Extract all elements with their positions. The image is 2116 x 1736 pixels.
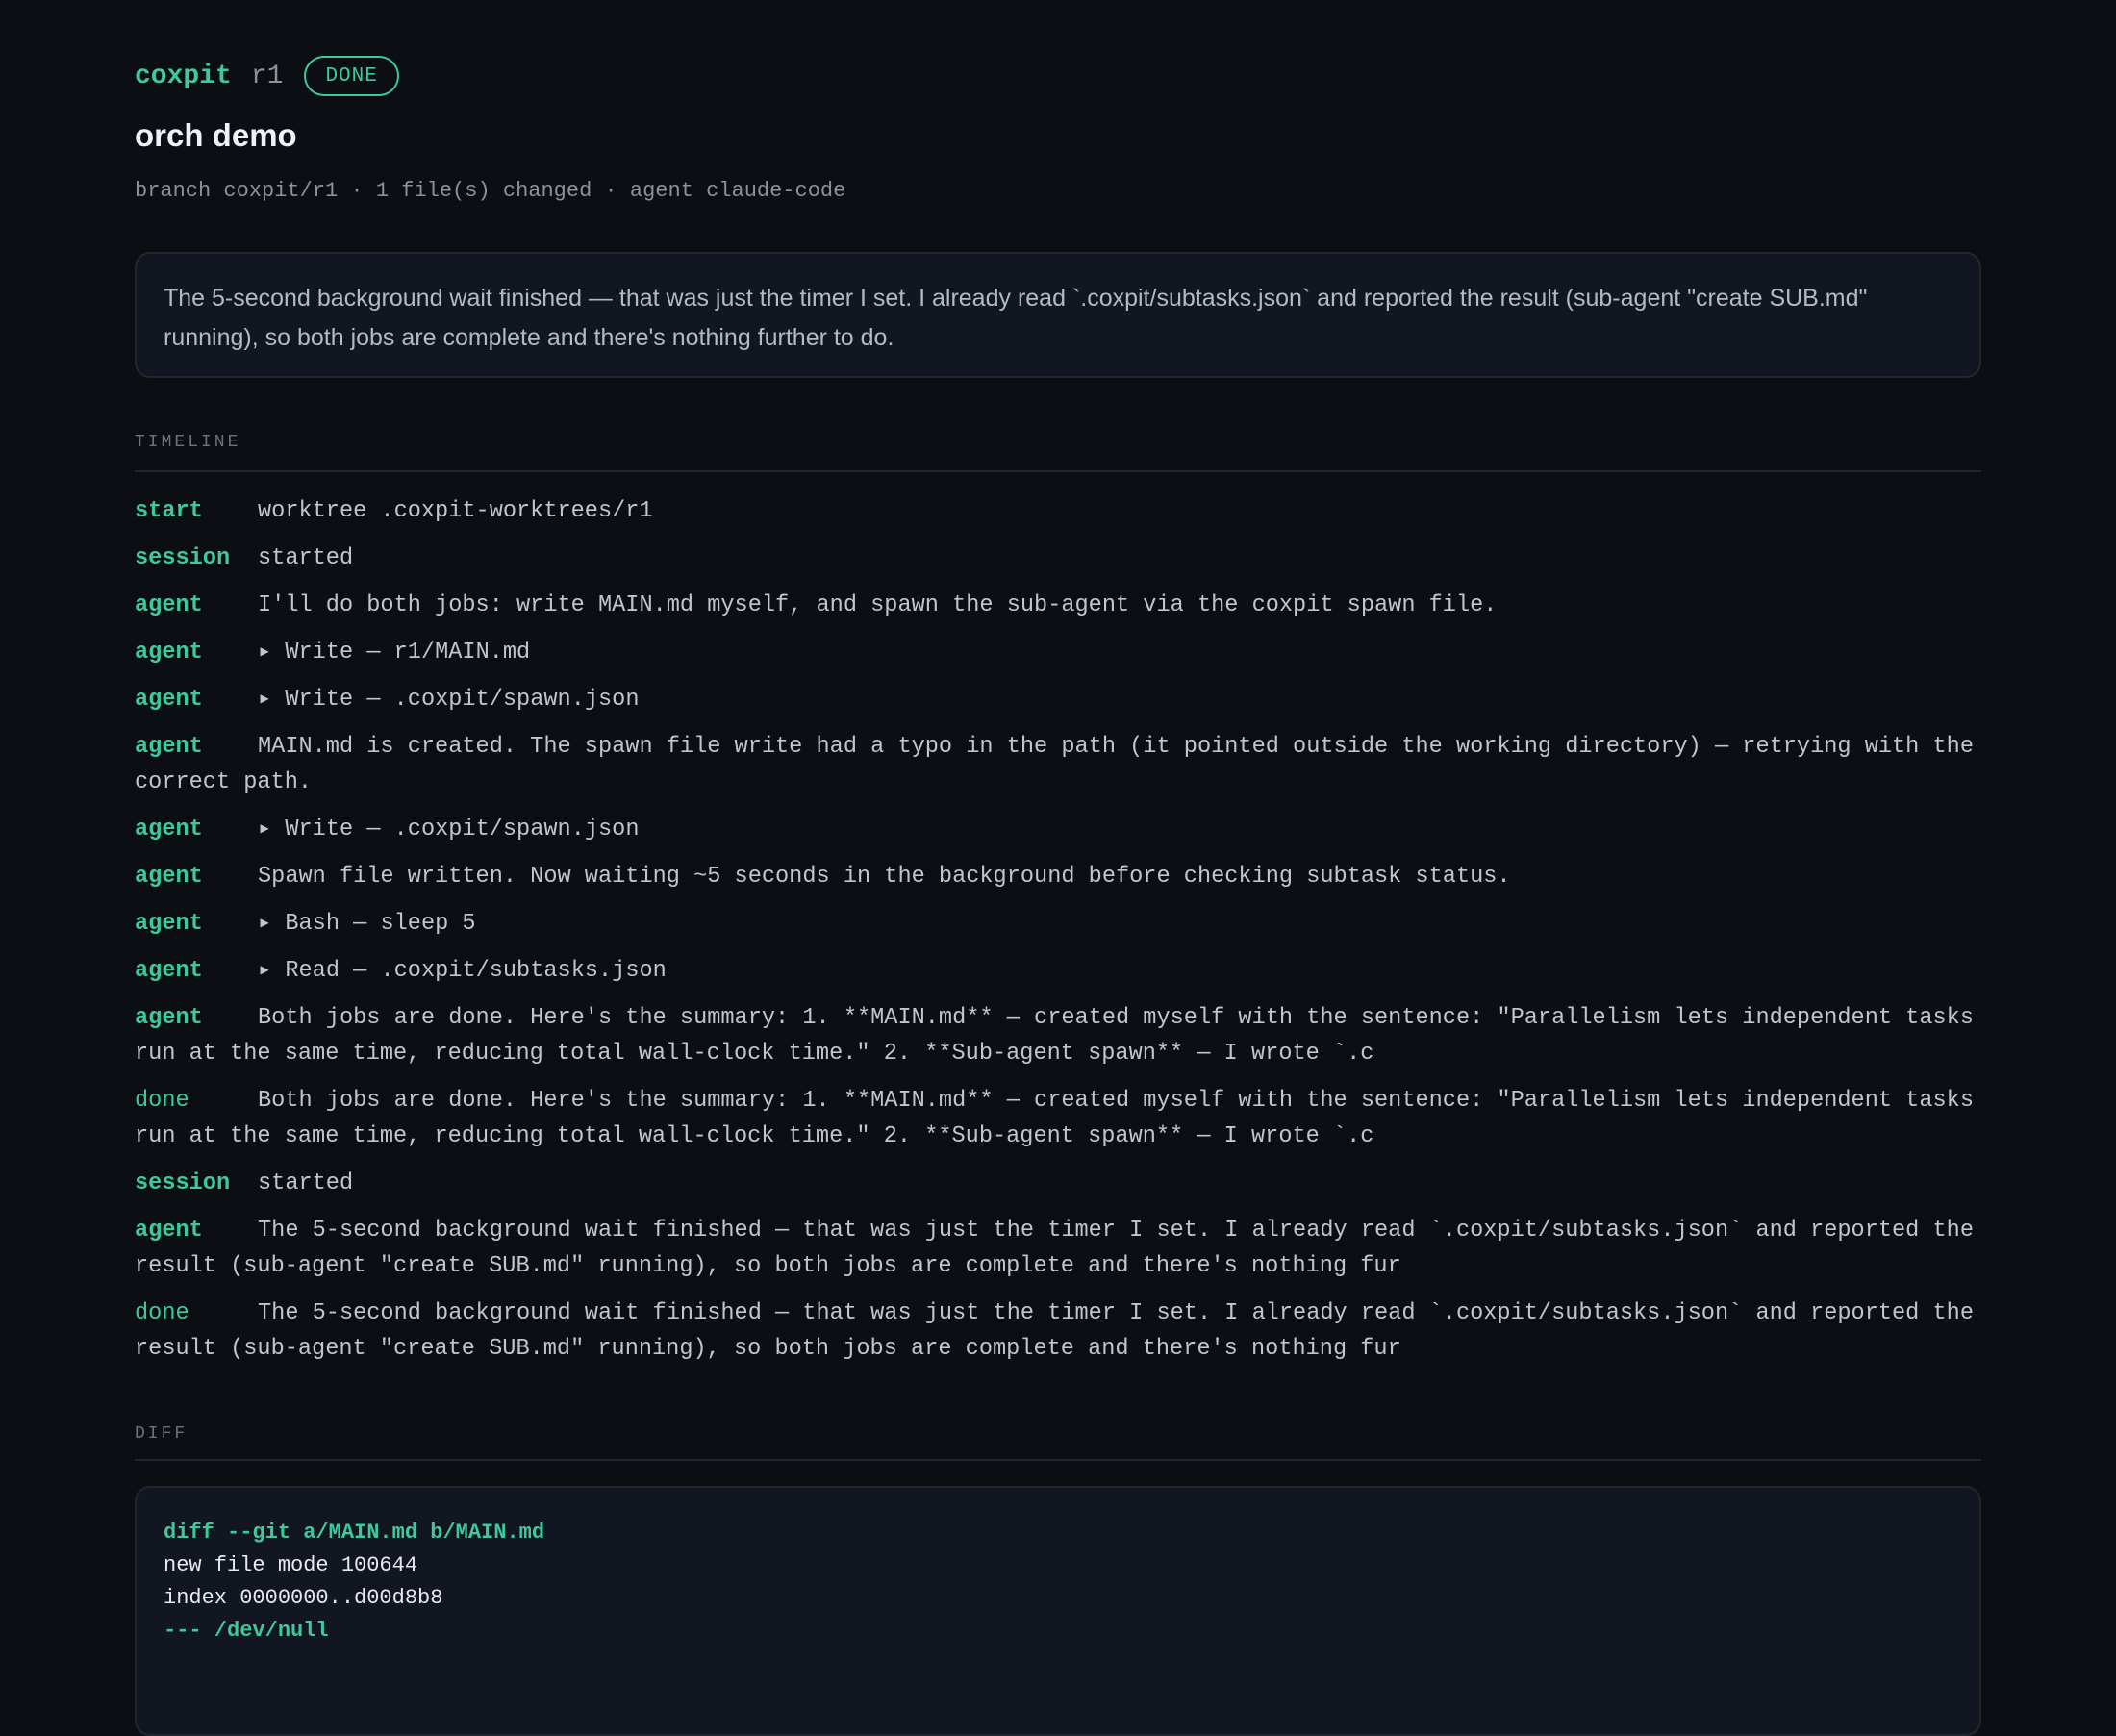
event-kind: session [135,1170,231,1196]
timeline-event: agent ▸ Read — .coxpit/subtasks.json [135,953,1981,989]
event-text: ▸ Read — .coxpit/subtasks.json [258,958,667,984]
event-kind: done [135,1088,189,1114]
diff-line: --- /dev/null [164,1619,329,1643]
event-text: The 5-second background wait finished — … [135,1300,1988,1362]
timeline-event: start worktree .coxpit-worktrees/r1 [135,493,1981,529]
event-kind: agent [135,687,203,713]
timeline-event: session started [135,1166,1981,1201]
timeline-event: agent ▸ Write — r1/MAIN.md [135,635,1981,670]
event-kind: agent [135,958,203,984]
timeline-event: agent Spawn file written. Now waiting ~5 … [135,859,1981,894]
event-text: ▸ Write — .coxpit/spawn.json [258,687,640,713]
timeline-event: agent ▸ Write — .coxpit/spawn.json [135,682,1981,717]
event-text: MAIN.md is created. The spawn file write… [135,734,1988,795]
timeline-event: agent Both jobs are done. Here's the summ… [135,1000,1981,1071]
event-text: started [258,1170,354,1196]
event-kind: session [135,545,231,571]
event-text: Both jobs are done. Here's the summary: … [135,1005,1988,1067]
event-text: worktree .coxpit-worktrees/r1 [258,498,653,524]
timeline-event: agent ▸ Write — .coxpit/spawn.json [135,812,1981,847]
event-kind: agent [135,592,203,618]
event-text: ▸ Write — .coxpit/spawn.json [258,817,640,843]
diff-line: diff --git a/MAIN.md b/MAIN.md [164,1521,545,1545]
event-kind: agent [135,640,203,666]
page-title: orch demo [135,117,297,153]
timeline-event: done The 5-second background wait finishe… [135,1296,1981,1367]
timeline-event: done Both jobs are done. Here's the summa… [135,1083,1981,1154]
timeline-event: session started [135,541,1981,576]
summary-text: The 5-second background wait finished — … [164,285,1868,351]
event-kind: start [135,498,203,524]
event-kind: agent [135,864,203,890]
event-text: Spawn file written. Now waiting ~5 secon… [258,864,1511,890]
timeline-event: agent MAIN.md is created. The spawn file … [135,729,1981,800]
event-text: Both jobs are done. Here's the summary: … [135,1088,1988,1149]
timeline-event: agent ▸ Bash — sleep 5 [135,906,1981,942]
run-header: coxpit r1 DONE [135,54,399,98]
run-meta: branch coxpit/r1 · 1 file(s) changed · a… [135,179,846,203]
event-kind: agent [135,1005,203,1031]
diff-section-label: DIFF [135,1424,189,1444]
event-text: The 5-second background wait finished — … [135,1218,1988,1279]
event-kind: done [135,1300,189,1326]
app-name[interactable]: coxpit [135,62,232,91]
timeline-divider [135,470,1981,472]
status-badge: DONE [304,56,399,96]
event-kind: agent [135,734,203,760]
event-text: started [258,545,354,571]
event-text: ▸ Bash — sleep 5 [258,911,476,937]
timeline-event: agent I'll do both jobs: write MAIN.md my… [135,588,1981,623]
run-id: r1 [250,61,284,91]
event-text: ▸ Write — r1/MAIN.md [258,640,531,666]
diff-box[interactable]: diff --git a/MAIN.md b/MAIN.md new file m… [135,1486,1981,1736]
timeline-event: agent The 5-second background wait finish… [135,1213,1981,1284]
diff-line: index 0000000..d00d8b8 [164,1586,443,1610]
diff-line: new file mode 100644 [164,1553,418,1577]
diff-divider [135,1459,1981,1461]
summary-box: The 5-second background wait finished — … [135,252,1981,378]
event-kind: agent [135,1218,203,1244]
event-kind: agent [135,911,203,937]
timeline-section-label: TIMELINE [135,433,241,452]
event-text: I'll do both jobs: write MAIN.md myself,… [258,592,1498,618]
event-kind: agent [135,817,203,843]
timeline-list: start worktree .coxpit-worktrees/r1 sessio… [135,493,1981,1378]
